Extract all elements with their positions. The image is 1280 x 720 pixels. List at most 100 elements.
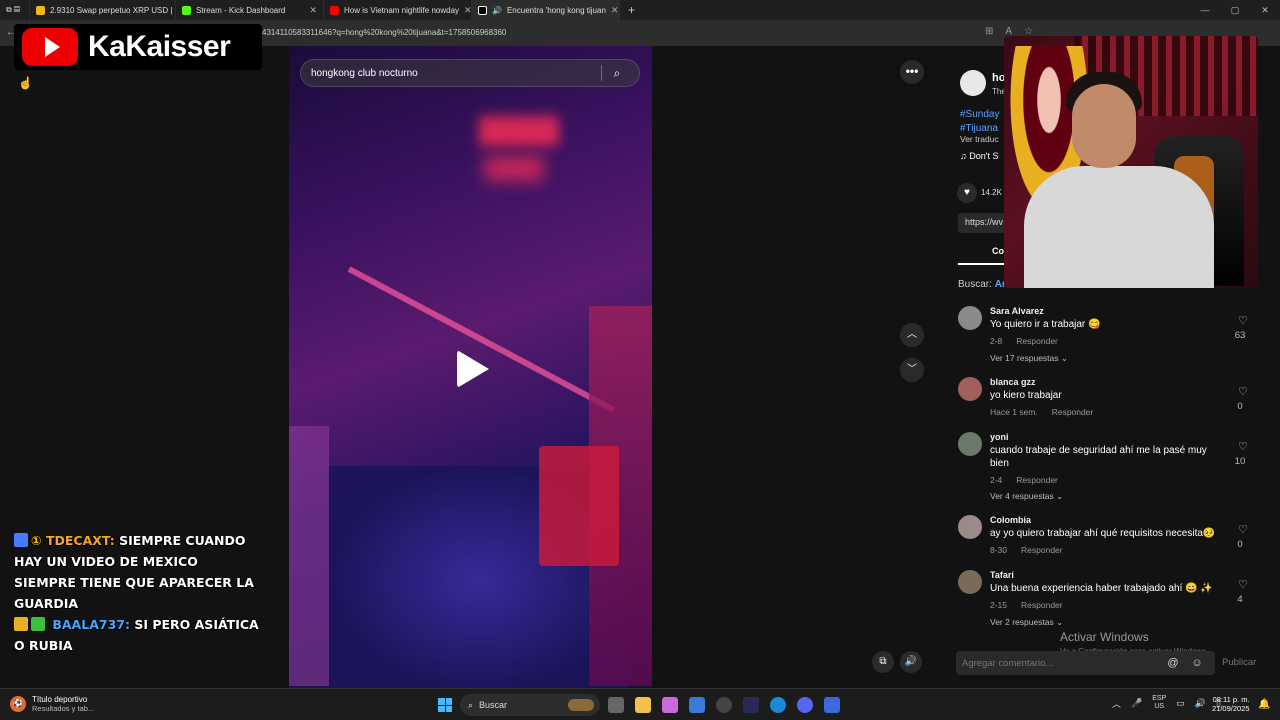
comment-input[interactable]: [956, 657, 1161, 669]
reply-button[interactable]: Responder: [1016, 475, 1058, 485]
file-explorer-icon[interactable]: [635, 697, 651, 713]
play-icon[interactable]: [457, 350, 489, 388]
tray-expand-icon[interactable]: ︿: [1112, 697, 1121, 710]
commenter-avatar[interactable]: [958, 306, 982, 330]
comment-like-icon[interactable]: ♡: [1238, 523, 1248, 536]
maximize-icon[interactable]: ▢: [1220, 0, 1250, 20]
app-icon[interactable]: [743, 697, 759, 713]
search-icon[interactable]: ⌕: [602, 66, 632, 81]
commenter-name[interactable]: yoni: [990, 432, 1009, 442]
start-icon[interactable]: [438, 698, 452, 712]
webcam-overlay: [1004, 36, 1258, 288]
comment-text: Yo quiero ir a trabajar 😋: [990, 319, 1101, 330]
comment-meta: 8-30 Responder: [990, 545, 1063, 555]
commenter-avatar[interactable]: [958, 570, 982, 594]
chat-message: BAALA737: SI PERO ASIÁTICA O RUBIA: [14, 614, 264, 656]
task-view-icon[interactable]: [608, 697, 624, 713]
language-indicator[interactable]: ESP US: [1152, 695, 1166, 711]
comment-meta: 2-15 Responder: [990, 600, 1063, 610]
view-replies-button[interactable]: Ver 4 respuestas ⌄: [990, 491, 1063, 502]
comment-text: ay yo quiero trabajar ahí qué requisitos…: [990, 528, 1216, 539]
more-options-icon[interactable]: •••: [900, 60, 924, 84]
mic-icon[interactable]: 🎤: [1131, 698, 1142, 709]
close-window-icon[interactable]: ✕: [1250, 0, 1280, 20]
widgets-button[interactable]: ⚽ Título deportivo Resultados y tab...: [10, 695, 94, 713]
clock-date: 21/09/2025: [1212, 704, 1250, 713]
edge-icon[interactable]: [770, 697, 786, 713]
comment-like-icon[interactable]: ♡: [1238, 578, 1248, 591]
discord-icon[interactable]: [797, 697, 813, 713]
commenter-avatar[interactable]: [958, 432, 982, 456]
tiktok-icon: [478, 5, 487, 15]
commenter-name[interactable]: Tafari: [990, 570, 1014, 580]
reply-button[interactable]: Responder: [1016, 336, 1058, 346]
windows-taskbar: ⚽ Título deportivo Resultados y tab... ⌕…: [0, 688, 1280, 720]
reply-button[interactable]: Responder: [1021, 545, 1063, 555]
url-field[interactable]: 431411058331164​6?q=hong%20kong%20tijuan…: [262, 28, 506, 37]
volume-tray-icon[interactable]: 🔊: [1195, 698, 1206, 709]
tab-tiktok[interactable]: 🔊 Encuentra 'hong kong tijuan ✕: [472, 0, 620, 20]
view-replies-button[interactable]: Ver 17 respuestas ⌄: [990, 353, 1068, 364]
chat-username: TDECAXT:: [45, 533, 115, 548]
chart-app-icon[interactable]: [824, 697, 840, 713]
app-icon[interactable]: ⊞: [985, 26, 993, 37]
commenter-avatar[interactable]: [958, 515, 982, 539]
translate-link[interactable]: Ver traduc: [960, 134, 999, 144]
minimize-icon[interactable]: —: [1190, 0, 1220, 20]
new-tab-icon[interactable]: +: [620, 3, 643, 17]
emoji-icon[interactable]: ☺: [1185, 657, 1209, 669]
comment-like-icon[interactable]: ♡: [1238, 385, 1248, 398]
close-icon[interactable]: ✕: [309, 5, 317, 16]
taskbar-search[interactable]: ⌕ Buscar: [460, 694, 600, 716]
tab-label: 2.9310 Swap perpetuo XRP USD |: [50, 5, 173, 15]
comment-date: 2-4: [990, 475, 1003, 485]
obs-icon[interactable]: [716, 697, 732, 713]
tab-comments[interactable]: Co: [992, 246, 1004, 256]
sports-icon: ⚽: [10, 696, 26, 712]
mini-player-icon[interactable]: ⧉: [872, 651, 894, 673]
comment-date: 8-30: [990, 545, 1008, 555]
clock-time: 08:11 p. m.: [1212, 695, 1250, 704]
like-count: 14.2K: [981, 188, 1002, 197]
exchange-icon: [36, 5, 45, 15]
publish-button[interactable]: Publicar: [1222, 657, 1256, 668]
clock[interactable]: 08:11 p. m. 21/09/2025: [1212, 695, 1250, 713]
close-icon[interactable]: ✕: [611, 5, 619, 16]
commenter-name[interactable]: Colombia: [990, 515, 1031, 525]
tab-kick[interactable]: Stream - Kick Dashboard ✕: [176, 0, 324, 20]
close-icon[interactable]: ✕: [464, 5, 471, 16]
volume-icon[interactable]: 🔊: [900, 651, 922, 673]
search-input[interactable]: [301, 67, 601, 79]
comment-like-icon[interactable]: ♡: [1238, 440, 1248, 453]
mention-icon[interactable]: @: [1161, 657, 1185, 669]
store-icon[interactable]: [689, 697, 705, 713]
reply-button[interactable]: Responder: [1052, 407, 1094, 417]
network-icon[interactable]: ▭: [1176, 698, 1185, 709]
commenter-avatar[interactable]: [958, 377, 982, 401]
view-replies-button[interactable]: Ver 2 respuestas ⌄: [990, 617, 1063, 628]
music-link[interactable]: ♫ Don't S: [960, 151, 998, 161]
commenter-name[interactable]: Sara Alvarez: [990, 306, 1044, 316]
notification-icon[interactable]: 🔔: [1258, 699, 1270, 710]
commenter-name[interactable]: blanca gzz: [990, 377, 1036, 387]
search-highlight-icon: [568, 699, 594, 711]
next-video-icon[interactable]: ﹀: [900, 358, 924, 382]
tab-youtube[interactable]: How is Vietnam nightlife nowday ✕: [324, 0, 472, 20]
author-avatar[interactable]: [960, 70, 986, 96]
comment-like-count: 0: [1237, 539, 1243, 550]
previous-video-icon[interactable]: ︿: [900, 323, 924, 347]
video-player[interactable]: [289, 46, 652, 688]
hashtag-link[interactable]: #Sunday: [960, 108, 999, 122]
tab-xrp[interactable]: 2.9310 Swap perpetuo XRP USD | ✕: [30, 0, 176, 20]
like-heart-icon[interactable]: ♥: [957, 183, 977, 203]
speaker-icon: 🔊: [492, 5, 502, 15]
comment-like-icon[interactable]: ♡: [1238, 314, 1248, 327]
screen: ⧉ ▤ 2.9310 Swap perpetuo XRP USD | ✕ Str…: [0, 0, 1280, 720]
browser-menu-icon[interactable]: ⧉ ▤: [0, 0, 30, 20]
window-controls: — ▢ ✕: [1190, 0, 1280, 20]
stair-rail: [347, 266, 616, 413]
copilot-icon[interactable]: [662, 697, 678, 713]
pin-badge-icon: [14, 533, 28, 547]
chat-message: ① TDECAXT: SIEMPRE CUANDO HAY UN VIDEO D…: [14, 530, 264, 614]
reply-button[interactable]: Responder: [1021, 600, 1063, 610]
